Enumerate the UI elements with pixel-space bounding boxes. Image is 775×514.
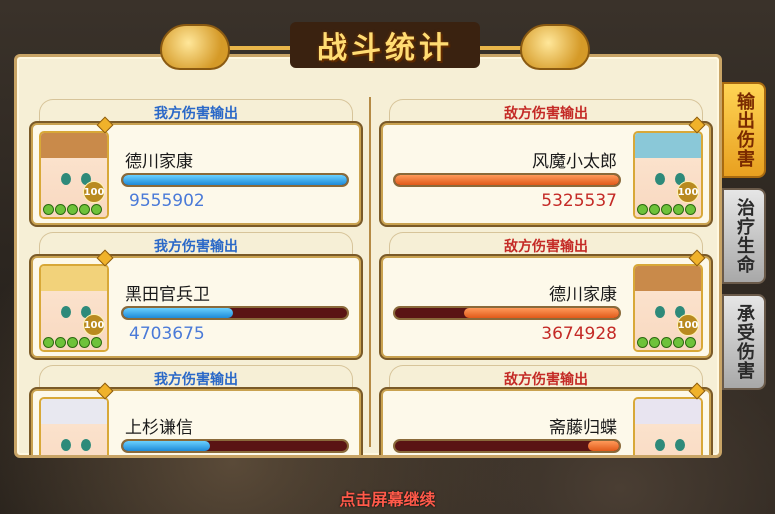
level-badge: 100 (83, 181, 105, 203)
hero-face (635, 399, 701, 455)
damage-bar-fill (587, 441, 619, 451)
damage-bar (393, 439, 621, 453)
star-icon (55, 204, 66, 215)
hero-name: 风魔小太郎 (532, 152, 617, 172)
hero-eye (655, 306, 665, 318)
enemy-header: 敌方伤害输出 (389, 232, 703, 258)
damage-value: 5325537 (541, 191, 617, 211)
hero-portrait: 100 (39, 264, 109, 352)
level-badge: 100 (83, 314, 105, 336)
hero-face (41, 399, 107, 455)
hero-portrait: 100 (633, 131, 703, 219)
star-icon (67, 337, 78, 348)
hero-eye (675, 439, 685, 451)
damage-bar-fill (464, 308, 619, 318)
damage-bar-fill (123, 308, 233, 318)
star-icon (43, 204, 54, 215)
enemy-entry: 敌方伤害输出斋藤归蝶 (381, 365, 711, 455)
star-icon (661, 337, 672, 348)
star-icon (55, 337, 66, 348)
damage-value: 4703675 (129, 324, 205, 344)
enemy-entry: 敌方伤害输出 100 德川家康 3674928 (381, 232, 711, 365)
ally-header: 我方伤害输出 (39, 99, 353, 125)
star-icon (91, 337, 102, 348)
damage-bar (393, 173, 621, 187)
star-icon (43, 337, 54, 348)
hero-card: 100 德川家康 9555902 (31, 116, 361, 225)
enemy-header: 敌方伤害输出 (389, 365, 703, 391)
hero-card: 斋藤归蝶 (381, 382, 711, 455)
star-icon (79, 337, 90, 348)
hero-name: 德川家康 (549, 285, 617, 305)
ally-header: 我方伤害输出 (39, 365, 353, 391)
damage-bar-fill (123, 175, 347, 185)
star-icon (685, 337, 696, 348)
hero-eye (61, 173, 71, 185)
star-icon (649, 337, 660, 348)
enemy-header: 敌方伤害输出 (389, 99, 703, 125)
damage-bar-fill (123, 441, 211, 451)
hero-name: 上杉谦信 (125, 418, 193, 438)
title-banner: 战斗统计 (120, 8, 650, 70)
cloud-ornament-icon (520, 24, 590, 70)
star-icon (673, 204, 684, 215)
damage-bar (121, 173, 349, 187)
hero-name: 黑田官兵卫 (125, 285, 210, 305)
hero-card: 100 风魔小太郎 5325537 (381, 116, 711, 225)
hero-portrait: 100 (633, 264, 703, 352)
star-icon (685, 204, 696, 215)
ally-header: 我方伤害输出 (39, 232, 353, 258)
hero-portrait (633, 397, 703, 455)
ally-entry: 我方伤害输出上杉谦信 (31, 365, 361, 455)
star-icon (637, 337, 648, 348)
level-badge: 100 (677, 181, 699, 203)
tab-healing[interactable]: 治疗生命 (722, 188, 766, 284)
ally-column: 我方伤害输出 100 德川家康 9555902 我方伤害输出 100 黑田官兵卫 470367… (31, 99, 361, 455)
enemy-column: 敌方伤害输出 100 风魔小太郎 5325537 敌方伤害输出 100 德川家康 367492… (381, 99, 711, 455)
ally-entry: 我方伤害输出 100 德川家康 9555902 (31, 99, 361, 232)
hero-card: 上杉谦信 (31, 382, 361, 455)
star-rating (43, 337, 102, 348)
hero-eye (655, 439, 665, 451)
hero-eye (81, 439, 91, 451)
damage-value: 9555902 (129, 191, 205, 211)
damage-bar (393, 306, 621, 320)
damage-bar (121, 439, 349, 453)
star-icon (79, 204, 90, 215)
tab-damage-taken[interactable]: 承受伤害 (722, 294, 766, 390)
star-rating (637, 337, 696, 348)
star-icon (649, 204, 660, 215)
hero-name: 德川家康 (125, 152, 193, 172)
hero-eye (61, 439, 71, 451)
hero-portrait (39, 397, 109, 455)
enemy-entry: 敌方伤害输出 100 风魔小太郎 5325537 (381, 99, 711, 232)
tap-to-continue[interactable]: 点击屏幕继续 (0, 486, 775, 510)
star-icon (661, 204, 672, 215)
ally-entry: 我方伤害输出 100 黑田官兵卫 4703675 (31, 232, 361, 365)
cloud-ornament-icon (160, 24, 230, 70)
star-icon (637, 204, 648, 215)
star-rating (637, 204, 696, 215)
damage-value: 3674928 (541, 324, 617, 344)
star-rating (43, 204, 102, 215)
star-icon (91, 204, 102, 215)
hero-eye (61, 306, 71, 318)
hero-eye (655, 173, 665, 185)
page-title: 战斗统计 (290, 22, 480, 68)
star-icon (673, 337, 684, 348)
hero-portrait: 100 (39, 131, 109, 219)
level-badge: 100 (677, 314, 699, 336)
star-icon (67, 204, 78, 215)
hero-card: 100 德川家康 3674928 (381, 249, 711, 358)
damage-bar (121, 306, 349, 320)
hero-name: 斋藤归蝶 (549, 418, 617, 438)
hero-card: 100 黑田官兵卫 4703675 (31, 249, 361, 358)
column-divider (369, 97, 371, 447)
stats-panel: 我方伤害输出 100 德川家康 9555902 我方伤害输出 100 黑田官兵卫 470367… (14, 54, 722, 458)
tab-output-damage[interactable]: 输出伤害 (722, 82, 766, 178)
damage-bar-fill (395, 175, 619, 185)
